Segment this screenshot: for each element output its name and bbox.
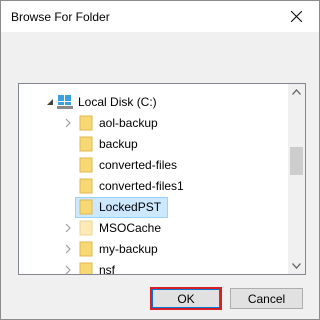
scroll-down-arrow-icon[interactable] bbox=[292, 263, 301, 269]
collapsed-arrow-icon[interactable] bbox=[63, 244, 73, 254]
close-icon bbox=[291, 11, 302, 22]
folder-icon bbox=[79, 136, 93, 152]
expanded-arrow-icon[interactable] bbox=[45, 97, 55, 107]
folder-icon bbox=[79, 241, 93, 257]
browse-folder-dialog: Browse For Folder Local Disk (C:) aol-ba… bbox=[0, 0, 320, 320]
tree-item-lockedpst[interactable]: LockedPST bbox=[19, 196, 287, 218]
tree-item-label: converted-files1 bbox=[99, 179, 184, 193]
collapsed-arrow-icon[interactable] bbox=[63, 223, 73, 233]
scroll-up-arrow-icon[interactable] bbox=[292, 89, 301, 95]
dialog-title: Browse For Folder bbox=[11, 10, 110, 24]
close-button[interactable] bbox=[274, 1, 319, 32]
title-bar: Browse For Folder bbox=[1, 1, 319, 32]
cancel-button[interactable]: Cancel bbox=[230, 288, 303, 309]
folder-icon bbox=[79, 262, 93, 274]
tree-item-msocache[interactable]: MSOCache bbox=[19, 217, 287, 239]
drive-icon bbox=[57, 95, 73, 109]
folder-icon bbox=[79, 157, 93, 173]
folder-icon bbox=[79, 178, 93, 194]
tree-item-backup[interactable]: backup bbox=[19, 133, 287, 155]
folder-icon bbox=[79, 199, 93, 215]
tree-item-label: converted-files bbox=[99, 158, 178, 172]
tree-item-label: aol-backup bbox=[99, 116, 158, 130]
tree-item-aol-backup[interactable]: aol-backup bbox=[19, 112, 287, 134]
collapsed-arrow-icon[interactable] bbox=[63, 118, 73, 128]
tree-item-local-disk[interactable]: Local Disk (C:) bbox=[19, 91, 287, 113]
tree-item-my-backup[interactable]: my-backup bbox=[19, 238, 287, 260]
tree-item-label: my-backup bbox=[99, 242, 158, 256]
tree-item-label: backup bbox=[99, 137, 138, 151]
folder-icon bbox=[79, 115, 93, 131]
collapsed-arrow-icon[interactable] bbox=[63, 265, 73, 275]
tree-item-nsf[interactable]: nsf bbox=[19, 259, 287, 275]
tree-item-label: Local Disk (C:) bbox=[78, 95, 157, 109]
ok-button[interactable]: OK bbox=[150, 287, 222, 310]
tree-item-label: MSOCache bbox=[99, 221, 162, 235]
folder-icon-faded bbox=[79, 220, 93, 236]
tree-item-converted-files1[interactable]: converted-files1 bbox=[19, 175, 287, 197]
folder-tree[interactable]: Local Disk (C:) aol-backup backup conver… bbox=[18, 83, 306, 275]
scrollbar-thumb[interactable] bbox=[290, 147, 303, 175]
vertical-scrollbar[interactable] bbox=[288, 84, 305, 274]
tree-item-label: LockedPST bbox=[99, 200, 162, 214]
tree-item-label: nsf bbox=[99, 263, 116, 275]
tree-item-converted-files[interactable]: converted-files bbox=[19, 154, 287, 176]
